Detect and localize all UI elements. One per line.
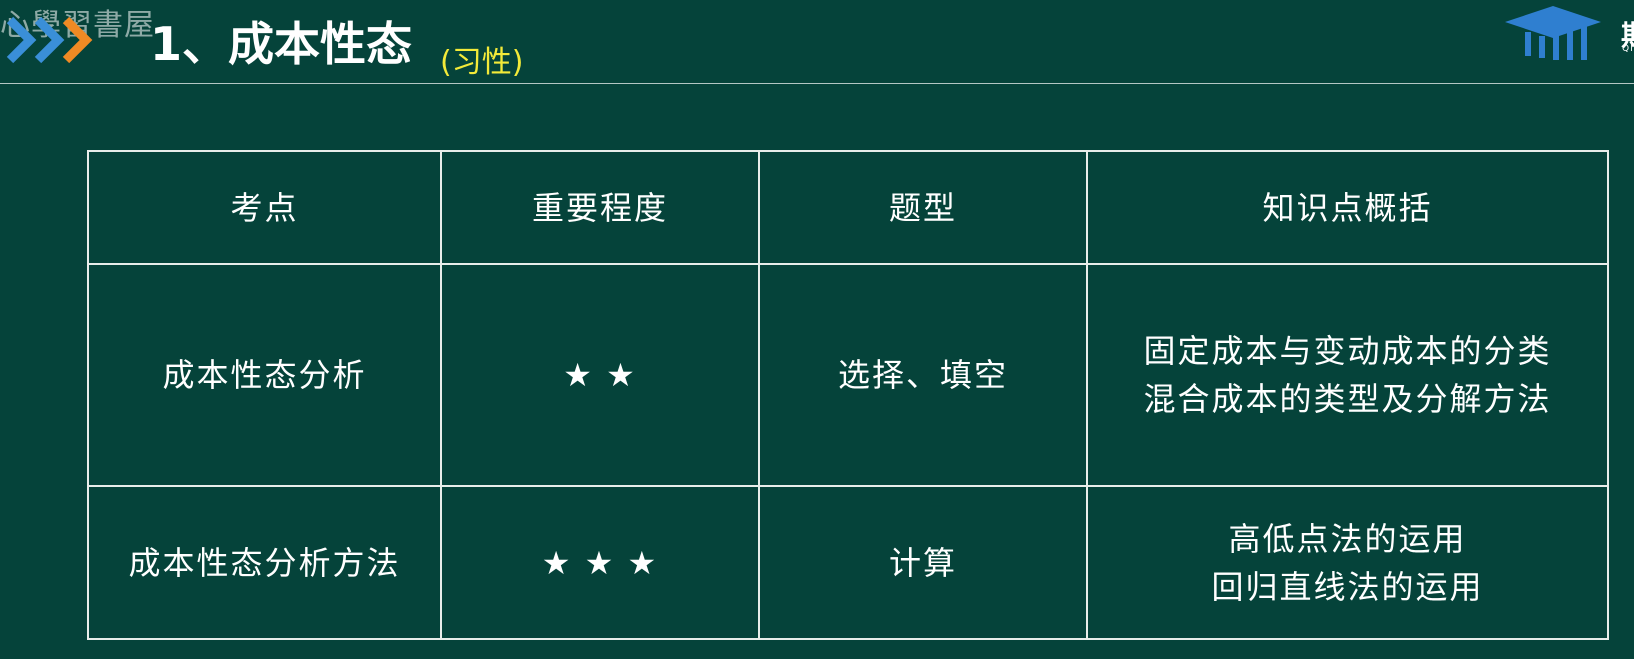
chevron-arrows-icon <box>6 16 93 64</box>
cell-knowledge-summary: 固定成本与变动成本的分类 混合成本的类型及分解方法 <box>1086 263 1609 487</box>
graduation-cap-icon <box>1505 6 1601 60</box>
brand-logo: 期 QI <box>1505 4 1634 64</box>
cell-topic: 成本性态分析方法 <box>87 485 442 640</box>
summary-line: 高低点法的运用 <box>1228 519 1467 558</box>
cell-topic: 成本性态分析 <box>87 263 442 487</box>
header-divider <box>0 83 1634 84</box>
cell-question-type: 选择、填空 <box>758 263 1088 487</box>
header-topic: 考点 <box>87 150 442 265</box>
summary-line: 回归直线法的运用 <box>1211 567 1484 606</box>
cell-question-type: 计算 <box>758 485 1088 640</box>
table-row: 成本性态分析方法 ★ ★ ★ 计算 高低点法的运用 回归直线法的运用 <box>87 485 1609 640</box>
logo-subtext: QI <box>1622 44 1634 54</box>
page-title: 1、成本性态 <box>150 17 413 71</box>
header-question-type: 题型 <box>758 150 1088 265</box>
cell-importance-stars: ★ ★ <box>440 263 760 487</box>
topic-summary-table: 考点 重要程度 题型 知识点概括 成本性态分析 ★ ★ 选择、填空 固定成本与变… <box>87 150 1609 640</box>
header-knowledge-summary: 知识点概括 <box>1086 150 1609 265</box>
table-header-row: 考点 重要程度 题型 知识点概括 <box>87 150 1609 265</box>
summary-line: 混合成本的类型及分解方法 <box>1143 380 1552 418</box>
cell-importance-stars: ★ ★ ★ <box>440 485 760 640</box>
svg-text:(习性): (习性) <box>440 45 523 80</box>
table-row: 成本性态分析 ★ ★ 选择、填空 固定成本与变动成本的分类 混合成本的类型及分解… <box>87 263 1609 487</box>
summary-line: 固定成本与变动成本的分类 <box>1143 332 1552 370</box>
header-importance: 重要程度 <box>440 150 760 265</box>
cell-knowledge-summary: 高低点法的运用 回归直线法的运用 <box>1086 485 1609 640</box>
